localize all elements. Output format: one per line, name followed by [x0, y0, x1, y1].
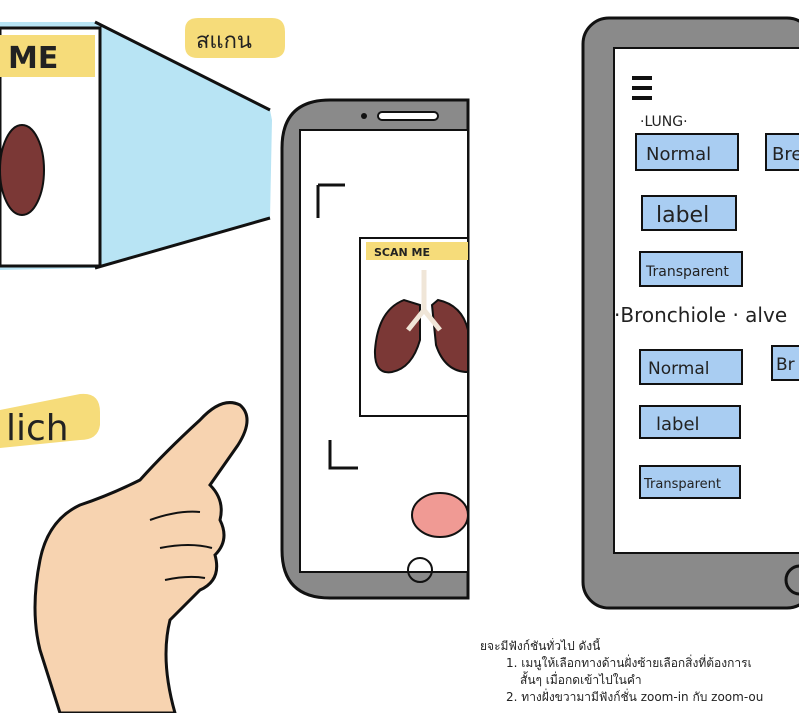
svg-text:Br: Br [776, 355, 795, 375]
bronchiole-heading: ·Bronchiole · alve [614, 303, 787, 327]
lung-normal-button[interactable]: Normal [635, 133, 739, 171]
caption-item-1-cont: สั้นๆ เมื่อกดเข้าไปในคำ [520, 673, 642, 687]
svg-text:Normal: Normal [646, 144, 711, 165]
lung-breath-button[interactable]: Bre [765, 133, 799, 171]
caption-intro: ยจะมีฟังก์ชันทั่วไป ดังนี้ [480, 639, 601, 653]
caption: ยจะมีฟังก์ชันทั่วไป ดังนี้ 1. เมนูให้เลื… [480, 638, 799, 706]
svg-text:label: label [656, 203, 709, 228]
lung-label-button[interactable]: label [641, 195, 737, 231]
svg-text:Normal: Normal [648, 359, 710, 379]
svg-text:Transparent: Transparent [643, 477, 721, 492]
bronchiole-breath-button[interactable]: Br [771, 345, 799, 381]
tablet-wireframe: ·LUNG· Normal Bre label Transparent ·Bro… [581, 16, 799, 610]
caption-item-2: 2. ทางฝั่งขวามามีฟังก์ชั่น zoom-in กับ z… [506, 690, 764, 704]
bronchiole-label-button[interactable]: label [639, 405, 741, 439]
svg-text:label: label [656, 414, 700, 435]
lung-heading: ·LUNG· [640, 114, 688, 130]
lung-transparent-button[interactable]: Transparent [639, 251, 743, 287]
svg-text:Transparent: Transparent [645, 264, 729, 280]
bronchiole-normal-button[interactable]: Normal [639, 349, 743, 385]
svg-text:Bre: Bre [772, 144, 799, 165]
caption-item-1: 1. เมนูให้เลือกทางด้านฝั่งซ้ายเลือกสิ่งท… [506, 656, 752, 670]
bronchiole-transparent-button[interactable]: Transparent [639, 465, 741, 499]
